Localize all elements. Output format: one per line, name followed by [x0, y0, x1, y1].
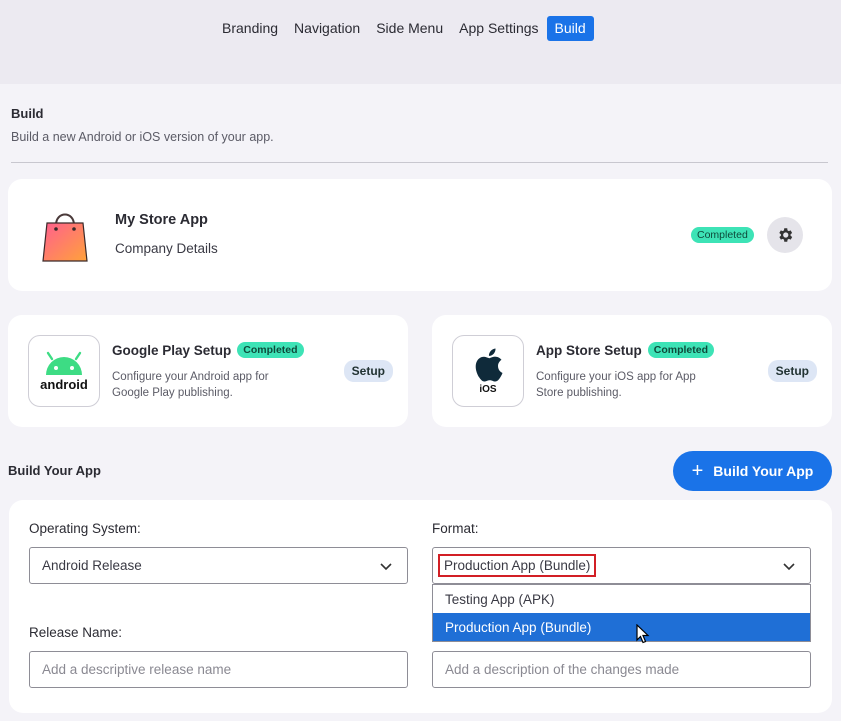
- format-option-testing[interactable]: Testing App (APK): [433, 585, 810, 613]
- os-select[interactable]: Android Release: [29, 547, 408, 584]
- page-subtitle: Build a new Android or iOS version of yo…: [11, 130, 274, 144]
- ios-logo-text: iOS: [479, 384, 497, 395]
- format-dropdown-list: Testing App (APK) Production App (Bundle…: [432, 584, 811, 642]
- mouse-cursor-icon: [636, 624, 650, 644]
- app-store-setup-card: iOS App Store Setup Completed Configure …: [432, 315, 832, 427]
- top-navigation-bar: Branding Navigation Side Menu App Settin…: [0, 0, 841, 84]
- build-button-label: Build Your App: [713, 463, 814, 479]
- release-notes-input[interactable]: Add a description of the changes made: [432, 651, 811, 688]
- format-select-value: Production App (Bundle): [438, 554, 597, 577]
- release-name-label: Release Name:: [29, 625, 123, 640]
- app-store-title: App Store Setup Completed: [536, 342, 715, 358]
- chevron-down-icon: [380, 563, 392, 571]
- format-label: Format:: [432, 521, 479, 536]
- google-play-title-text: Google Play Setup: [112, 342, 232, 358]
- tab-side-menu[interactable]: Side Menu: [368, 16, 451, 41]
- divider: [11, 162, 828, 163]
- shopping-bag-icon: [42, 213, 88, 262]
- status-badge: Completed: [647, 342, 715, 358]
- release-name-placeholder: Add a descriptive release name: [42, 662, 232, 677]
- google-play-description: Configure your Android app for Google Pl…: [112, 371, 269, 399]
- build-your-app-button[interactable]: + Build Your App: [673, 451, 832, 491]
- android-logo-text: android: [40, 376, 88, 392]
- release-notes-placeholder: Add a description of the changes made: [445, 662, 680, 677]
- settings-button[interactable]: [767, 217, 803, 253]
- os-label: Operating System:: [29, 521, 141, 536]
- release-name-input[interactable]: Add a descriptive release name: [29, 651, 408, 688]
- company-details-link[interactable]: Company Details: [115, 241, 218, 256]
- app-store-setup-button[interactable]: Setup: [767, 360, 817, 382]
- google-play-title: Google Play Setup Completed: [112, 342, 304, 358]
- android-logo: android: [28, 335, 100, 407]
- build-section-title: Build Your App: [8, 463, 101, 478]
- os-select-value: Android Release: [42, 558, 142, 573]
- android-icon: [46, 351, 82, 375]
- format-select[interactable]: Production App (Bundle): [432, 547, 811, 584]
- apple-logo: iOS: [452, 335, 524, 407]
- app-store-title-text: App Store Setup: [536, 342, 642, 358]
- page-title: Build: [11, 106, 44, 121]
- google-play-setup-button[interactable]: Setup: [343, 360, 393, 382]
- app-name: My Store App: [115, 212, 208, 228]
- status-badge: Completed: [691, 227, 754, 243]
- tab-navigation[interactable]: Navigation: [286, 16, 368, 41]
- tab-app-settings[interactable]: App Settings: [451, 16, 546, 41]
- apple-icon: [475, 348, 503, 382]
- app-summary-card: My Store App Company Details Completed: [8, 179, 832, 291]
- chevron-down-icon: [783, 563, 795, 571]
- tab-branding[interactable]: Branding: [214, 16, 286, 41]
- plus-icon: +: [691, 460, 704, 482]
- status-badge: Completed: [237, 342, 304, 358]
- format-option-production[interactable]: Production App (Bundle): [433, 613, 810, 641]
- tab-build[interactable]: Build: [546, 16, 594, 41]
- gear-icon: [779, 228, 793, 242]
- tab-bar: Branding Navigation Side Menu App Settin…: [214, 16, 594, 41]
- app-store-description: Configure your iOS app for App Store pub…: [536, 371, 696, 399]
- google-play-setup-card: android Google Play Setup Completed Conf…: [8, 315, 408, 427]
